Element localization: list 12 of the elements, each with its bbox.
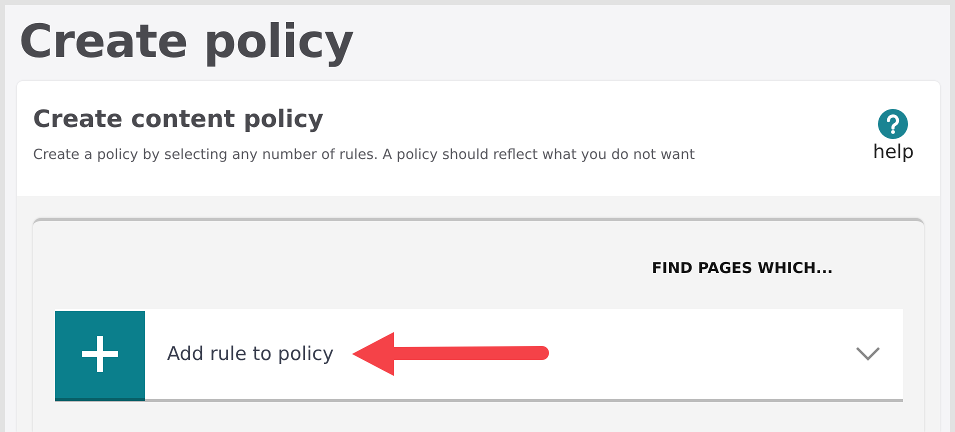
chevron-button[interactable] — [855, 346, 881, 362]
add-rule-label: Add rule to policy — [167, 343, 334, 365]
card-description: Create a policy by selecting any number of rules. A policy should reflect what you do not want — [33, 147, 695, 163]
chevron-icon — [855, 346, 881, 362]
help-button[interactable]: help — [872, 109, 914, 196]
add-rule-row[interactable]: Add rule to policy — [55, 309, 903, 402]
rules-heading: FIND PAGES WHICH... — [652, 259, 833, 277]
card-title: Create content policy — [33, 105, 324, 133]
page-title: Create policy — [19, 15, 355, 67]
plus-icon — [82, 336, 118, 372]
help-icon — [878, 109, 908, 139]
add-button[interactable] — [55, 310, 145, 400]
